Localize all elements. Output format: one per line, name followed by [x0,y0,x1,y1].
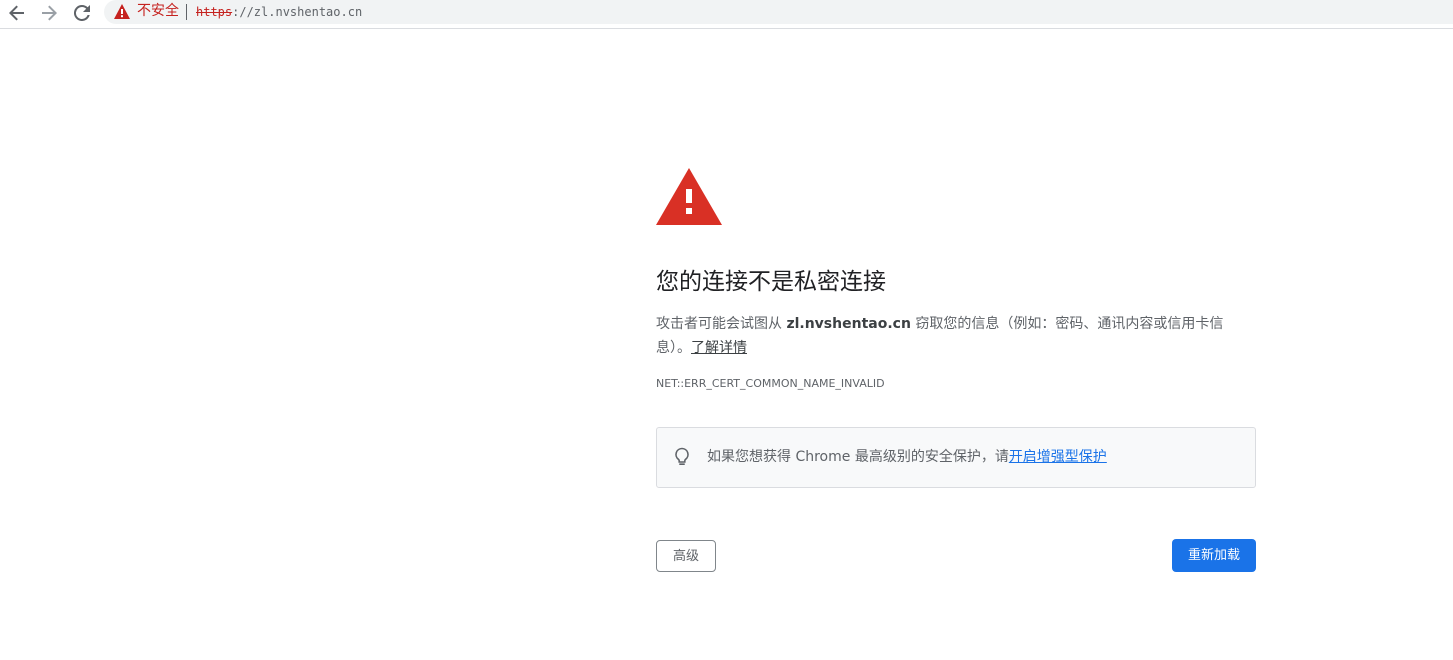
warning-triangle-icon [656,168,722,225]
url-host: ://zl.nvshentao.cn [232,5,363,19]
enhanced-protection-box: 如果您想获得 Chrome 最高级别的安全保护，请开启增强型保护 [656,427,1256,488]
url-text[interactable]: https://zl.nvshentao.cn [196,4,362,20]
back-button[interactable] [6,2,28,24]
enhanced-protection-prefix: 如果您想获得 Chrome 最高级别的安全保护，请 [707,449,1009,465]
lightbulb-icon [675,447,689,465]
explanation-prefix: 攻击者可能会试图从 [656,316,787,332]
address-bar[interactable]: 不安全 https://zl.nvshentao.cn [104,0,1453,24]
arrow-right-icon [42,5,57,21]
enhanced-protection-link[interactable]: 开启增强型保护 [1009,449,1107,465]
explanation-text: 攻击者可能会试图从 zl.nvshentao.cn 窃取您的信息（例如：密码、通… [656,312,1256,360]
not-secure-label[interactable]: 不安全 [137,3,179,20]
advanced-button[interactable]: 高级 [656,540,716,572]
forward-button[interactable] [38,2,60,24]
reload-icon [74,5,90,21]
url-scheme: https [196,5,233,19]
learn-more-link[interactable]: 了解详情 [691,340,747,356]
warning-triangle-icon [114,4,130,19]
page-title: 您的连接不是私密连接 [656,269,886,295]
arrow-left-icon [9,5,24,21]
omnibox-separator [186,4,187,20]
enhanced-protection-text: 如果您想获得 Chrome 最高级别的安全保护，请开启增强型保护 [707,447,1107,467]
error-code: NET::ERR_CERT_COMMON_NAME_INVALID [656,377,885,390]
reload-page-button[interactable]: 重新加载 [1172,539,1256,572]
browser-toolbar: 不安全 https://zl.nvshentao.cn [0,0,1453,29]
reload-button[interactable] [71,2,93,24]
domain-name: zl.nvshentao.cn [786,316,911,332]
